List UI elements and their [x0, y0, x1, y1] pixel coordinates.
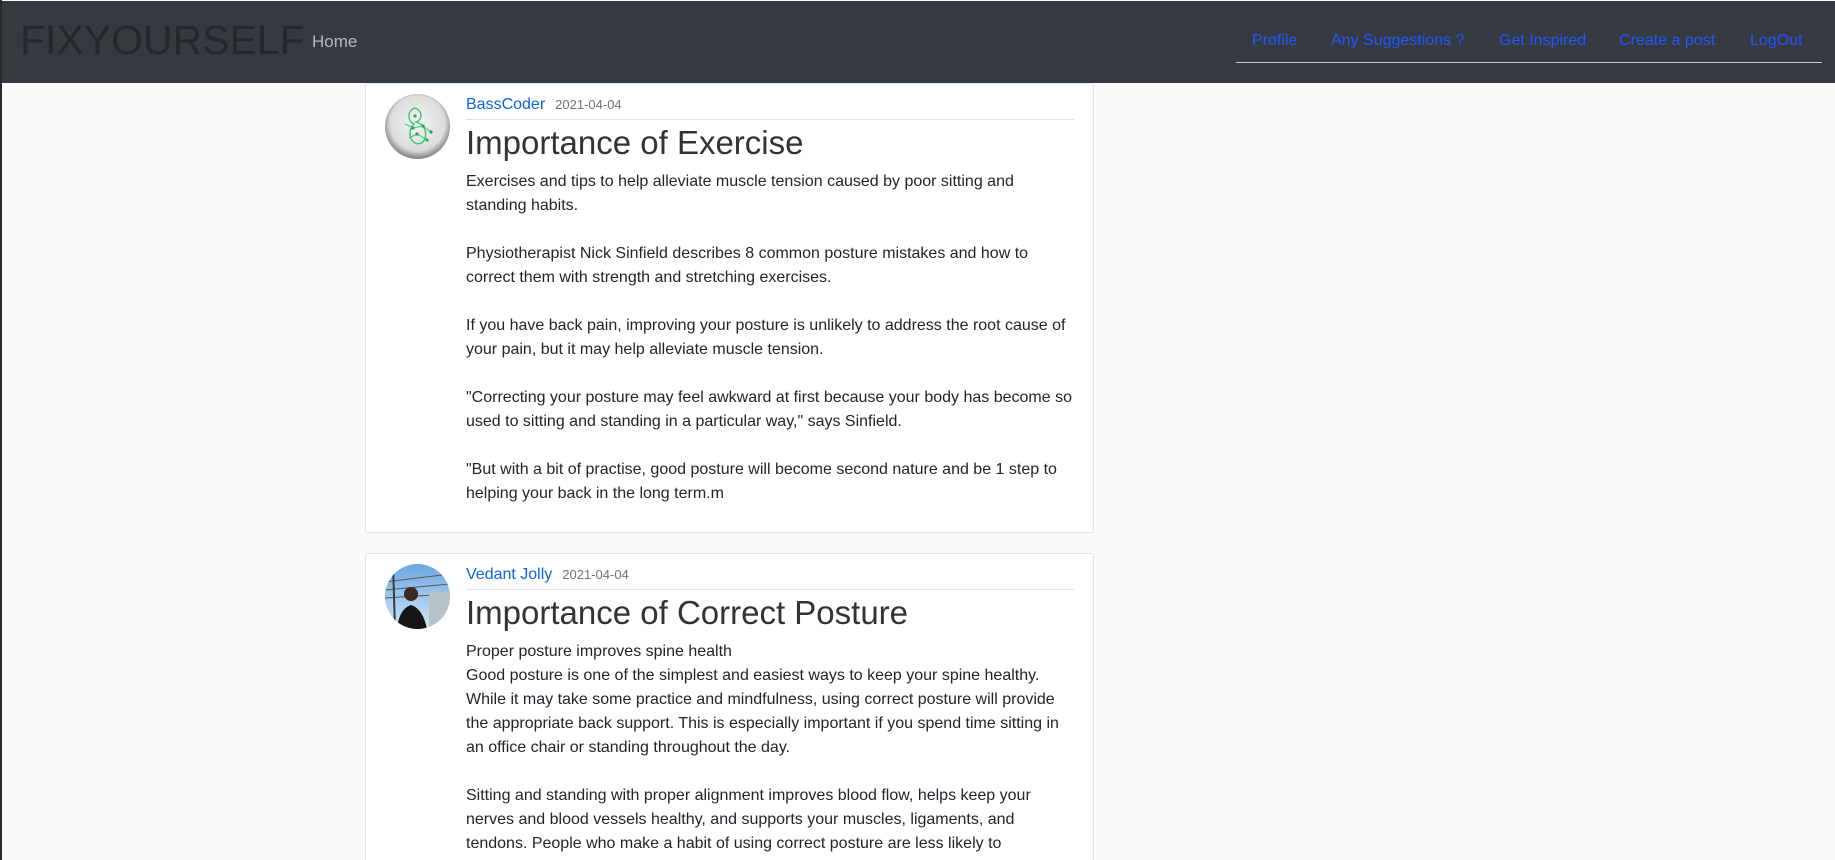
post-card: Vedant Jolly 2021-04-04 Importance of Cor…	[365, 553, 1094, 860]
post-body: Proper posture improves spine health Goo…	[466, 640, 1078, 856]
post-meta: BassCoder 2021-04-04	[466, 96, 1074, 120]
nav-create-post-link[interactable]: Create a post	[1619, 32, 1715, 50]
post-paragraph: Physiotherapist Nick Sinfield describes …	[466, 245, 1029, 286]
author-link[interactable]: BassCoder	[466, 96, 545, 113]
post-title[interactable]: Importance of Correct Posture	[466, 594, 908, 632]
nav-profile-link[interactable]: Profile	[1252, 32, 1297, 50]
nav-get-inspired-link[interactable]: Get Inspired	[1499, 32, 1586, 50]
window-edge	[0, 0, 2, 860]
nav-divider	[1236, 62, 1822, 63]
nav-home-link[interactable]: Home	[312, 32, 357, 52]
author-avatar[interactable]	[385, 94, 450, 159]
top-navbar: FIXYOURSELF Home Profile Any Suggestions…	[2, 1, 1835, 83]
post-title[interactable]: Importance of Exercise	[466, 124, 803, 162]
post-paragraph: Good posture is one of the simplest and …	[466, 667, 1059, 756]
post-paragraph: If you have back pain, improving your po…	[466, 317, 1066, 358]
post-paragraph: "But with a bit of practise, good postur…	[466, 461, 1057, 502]
post-paragraph: Exercises and tips to help alleviate mus…	[466, 173, 1014, 214]
post-lead: Proper posture improves spine health	[466, 643, 732, 660]
brand-logo[interactable]: FIXYOURSELF	[20, 17, 305, 64]
author-link[interactable]: Vedant Jolly	[466, 566, 552, 583]
post-paragraph: Sitting and standing with proper alignme…	[466, 787, 1031, 852]
post-meta: Vedant Jolly 2021-04-04	[466, 566, 1074, 590]
nav-logout-link[interactable]: LogOut	[1750, 32, 1802, 50]
post-date: 2021-04-04	[555, 97, 622, 112]
nav-suggestions-link[interactable]: Any Suggestions ?	[1331, 32, 1464, 50]
post-date: 2021-04-04	[562, 567, 629, 582]
post-body: Exercises and tips to help alleviate mus…	[466, 170, 1078, 506]
post-card: BassCoder 2021-04-04 Importance of Exerci…	[365, 83, 1094, 533]
post-paragraph: "Correcting your posture may feel awkwar…	[466, 389, 1072, 430]
author-avatar[interactable]	[385, 564, 450, 629]
